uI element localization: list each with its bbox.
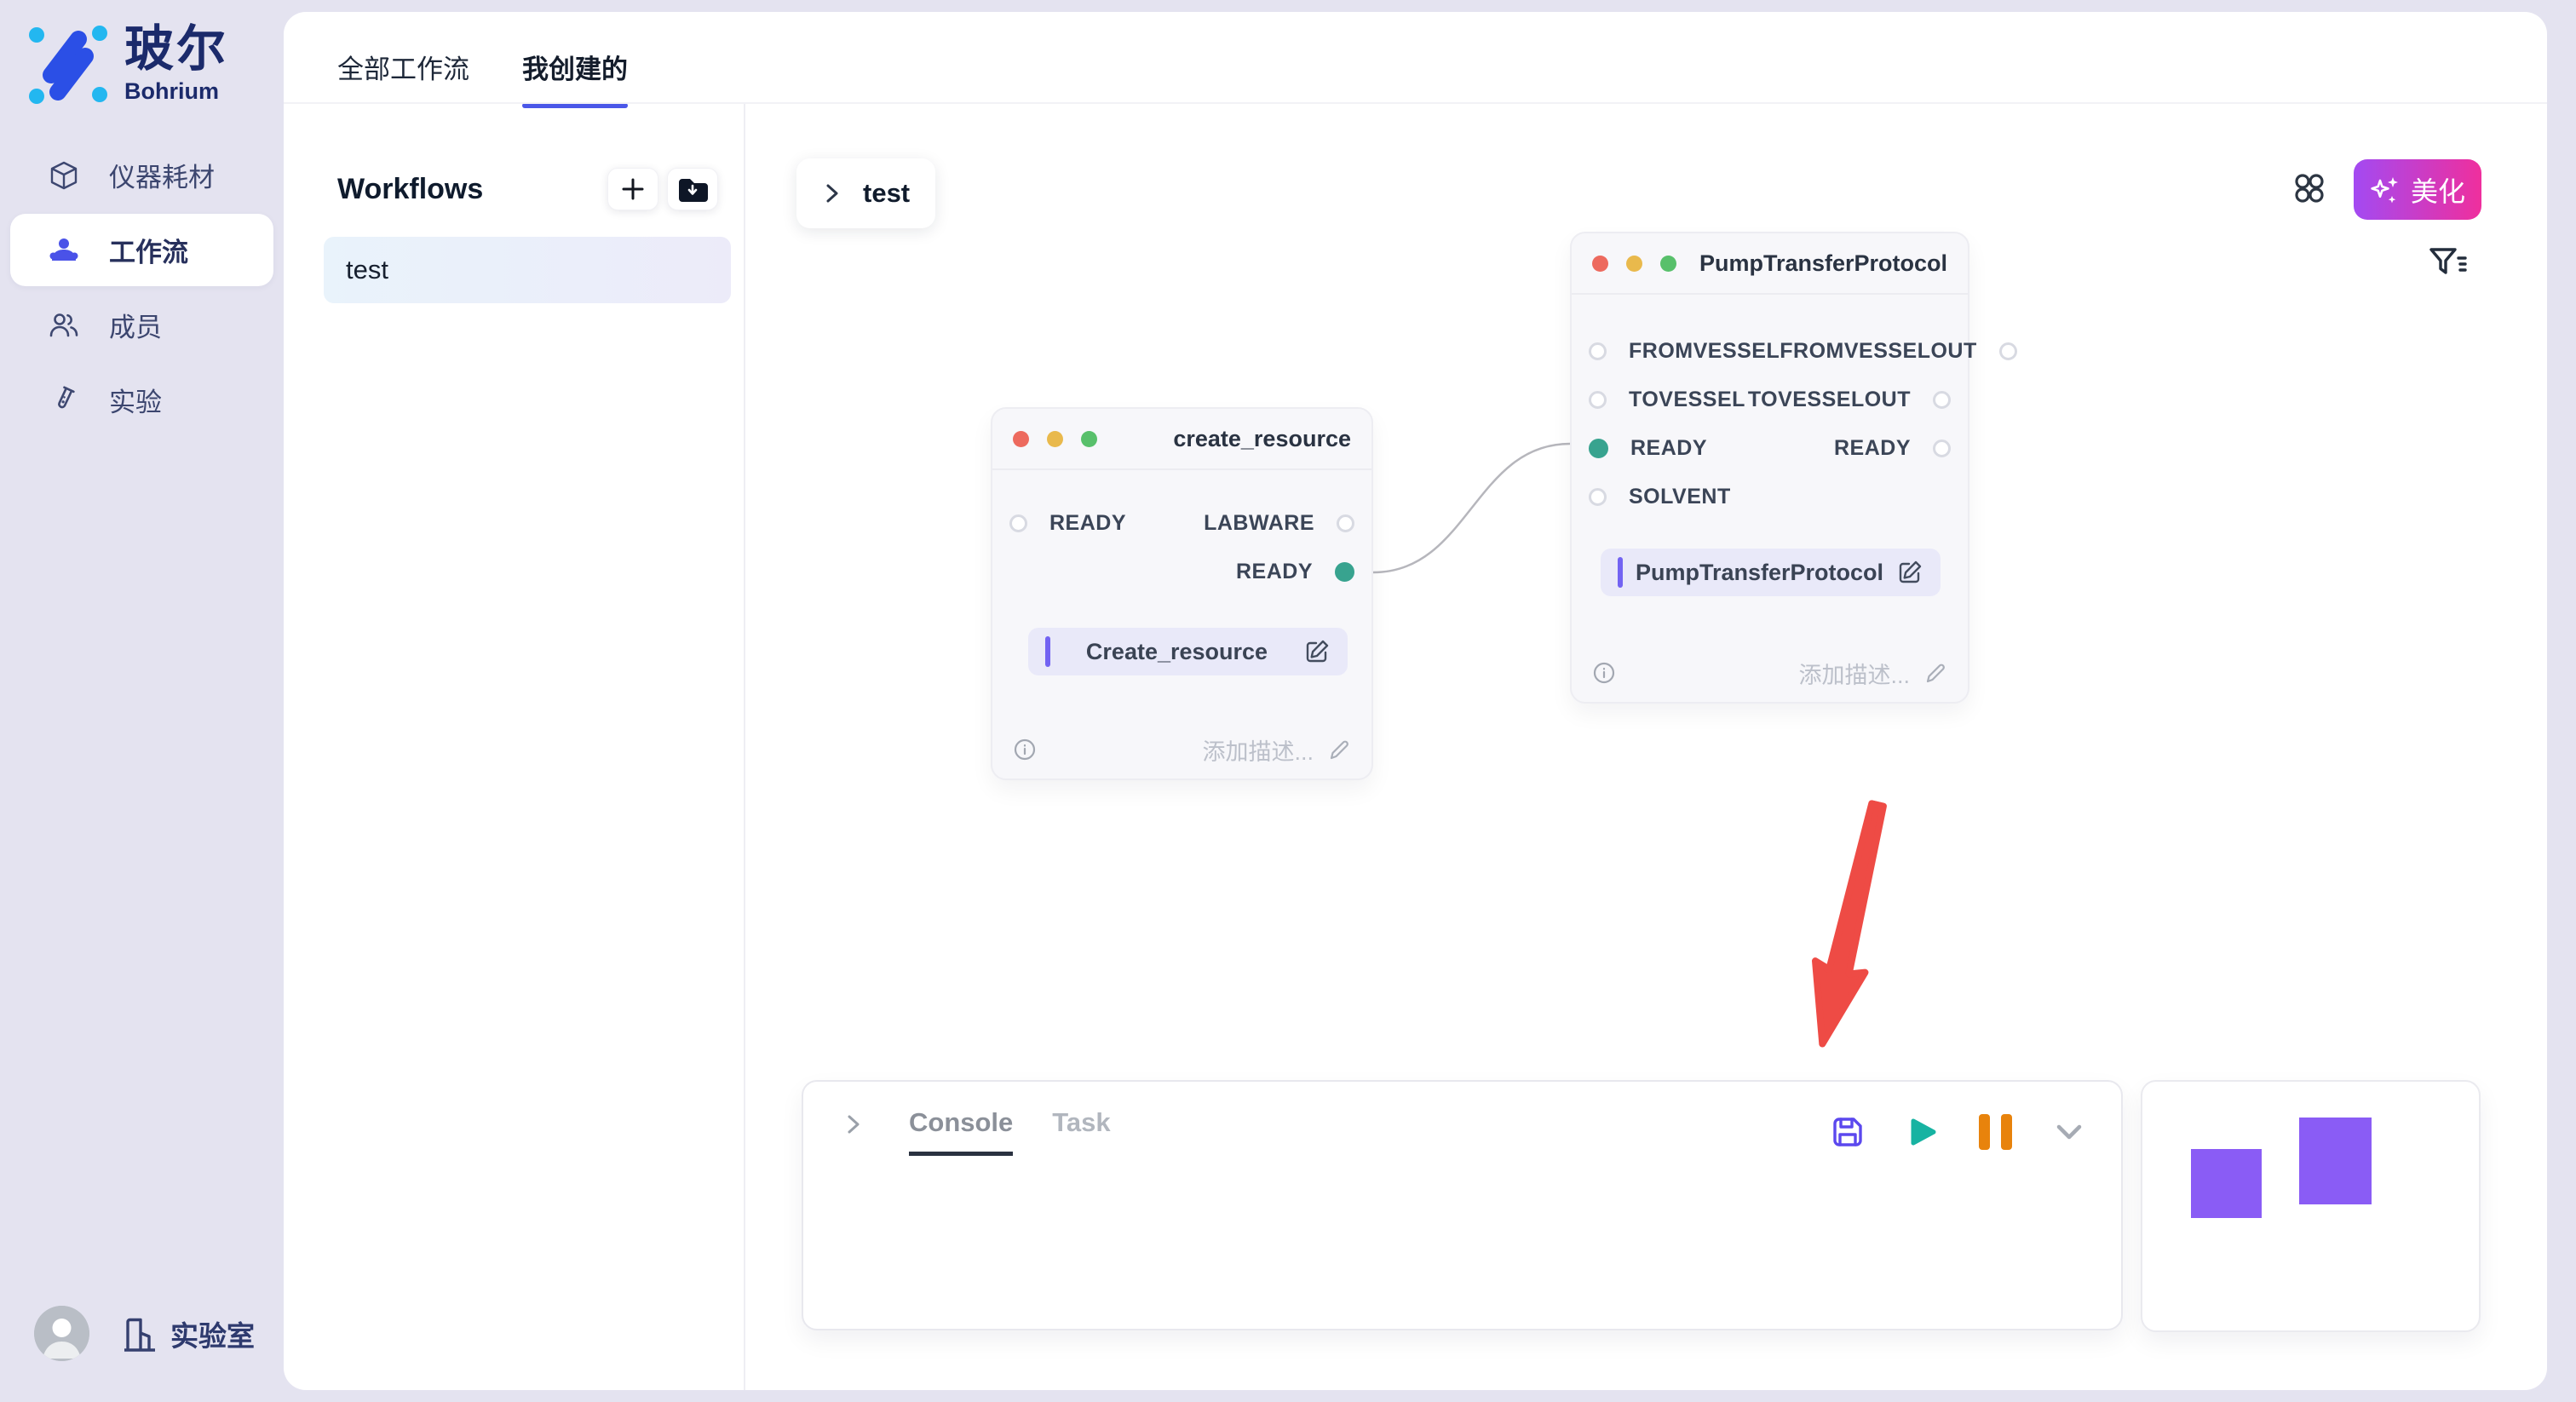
edge-create-resource-to-pump [1373,432,1570,585]
node-action-label: PumpTransferProtocol [1623,560,1896,586]
node-title: create_resource [1173,426,1351,452]
input-port-ready[interactable]: READY [1589,436,1707,461]
output-port-ready[interactable]: READY [1834,436,1951,461]
tab-my-created[interactable]: 我创建的 [522,48,628,108]
minimap-node-create-resource [2191,1149,2262,1218]
collapse-chevron-icon[interactable] [841,1112,866,1152]
output-port-ready[interactable]: READY [1236,560,1354,584]
beautify-button[interactable]: 美化 [2354,159,2481,220]
edit-icon[interactable] [1303,638,1331,665]
output-port-tovesselout[interactable]: TOVESSELOUT [1748,388,1951,412]
brand-name-en: Bohrium [124,78,228,105]
description-placeholder[interactable]: 添加描述... [1202,733,1314,767]
tab-all-workflows[interactable]: 全部工作流 [337,48,469,108]
info-icon[interactable] [1013,738,1037,761]
import-folder-button[interactable] [667,168,718,210]
input-port-fromvessel[interactable]: FROMVESSEL [1589,339,1780,364]
breadcrumb[interactable]: test [796,158,935,228]
sidebar-item-instruments[interactable]: 仪器耗材 [10,139,273,211]
sidebar-item-label: 仪器耗材 [109,156,215,194]
building-icon [121,1314,157,1353]
avatar[interactable] [34,1306,89,1361]
node-create-resource[interactable]: create_resource READY LABWARE READY [991,407,1373,780]
node-footer: 添加描述... [1592,656,1947,690]
chevron-right-icon [822,182,842,204]
command-palette-icon[interactable] [2292,171,2326,205]
pencil-icon[interactable] [1923,661,1947,685]
minimap-node-pump-transfer [2299,1118,2372,1204]
port-circle[interactable] [1933,391,1951,409]
node-action-label: Create_resource [1050,639,1303,665]
breadcrumb-label: test [863,178,910,209]
traffic-dots-icon [1592,256,1676,272]
sparkles-icon [2370,175,2401,204]
workflow-item-name: test [346,255,388,285]
beautify-label: 美化 [2411,170,2465,210]
input-port-tovessel[interactable]: TOVESSEL [1589,388,1745,412]
workflows-title: Workflows [337,173,483,206]
output-port-fromvesselout[interactable]: FROMVESSELOUT [1780,339,2017,364]
box-icon [48,160,80,191]
bohrium-logo-icon [26,22,111,107]
port-circle[interactable] [1589,342,1607,360]
tab-task[interactable]: Task [1052,1107,1110,1156]
info-icon[interactable] [1592,661,1616,685]
port-circle-connected[interactable] [1589,439,1608,458]
port-rows: FROMVESSEL FROMVESSELOUT TOVESSEL TOVESS… [1572,327,1968,521]
sidebar-item-experiments[interactable]: 实验 [10,364,273,436]
sidebar-nav: 仪器耗材 工作流 [10,139,273,439]
edit-icon[interactable] [1896,559,1923,586]
sidebar-item-members[interactable]: 成员 [10,289,273,361]
minimap[interactable] [2141,1080,2481,1332]
chevron-down-icon[interactable] [2051,1115,2087,1149]
sidebar-item-label: 工作流 [109,231,188,269]
tab-console[interactable]: Console [909,1107,1013,1156]
port-circle[interactable] [1589,488,1607,506]
port-circle[interactable] [1589,391,1607,409]
pause-icon[interactable] [1979,1114,2012,1150]
pencil-icon[interactable] [1327,738,1351,761]
workflow-tabs: 全部工作流 我创建的 [337,48,628,108]
workflows-panel: Workflows [284,104,745,1390]
port-circle-connected[interactable] [1335,562,1354,582]
main-panel: 全部工作流 我创建的 Workflows [284,12,2547,1390]
input-port-ready[interactable]: READY [1009,511,1126,536]
node-header: create_resource [992,409,1371,470]
workspace-label: 实验室 [170,1313,255,1354]
port-circle[interactable] [1009,514,1027,532]
node-title: PumpTransferProtocol [1699,250,1947,277]
console-panel: Console Task [802,1080,2123,1330]
brand-logo: 玻尔 Bohrium [26,22,228,107]
port-circle[interactable] [1933,440,1951,457]
filter-icon[interactable] [2427,245,2470,281]
sidebar: 玻尔 Bohrium 仪器耗材 [0,0,284,1402]
sidebar-item-label: 成员 [109,306,162,344]
team-icon [48,235,80,266]
port-circle[interactable] [1999,342,2017,360]
users-icon [48,310,80,341]
sidebar-item-workflows[interactable]: 工作流 [10,214,273,286]
node-footer: 添加描述... [1013,733,1351,767]
save-icon[interactable] [1829,1113,1866,1151]
workflow-list-item-test[interactable]: test [324,237,731,303]
workflow-app: 玻尔 Bohrium 仪器耗材 [0,0,2576,1402]
test-tube-icon [48,385,80,416]
node-action-pill[interactable]: PumpTransferProtocol [1601,549,1941,596]
node-pump-transfer-protocol[interactable]: PumpTransferProtocol FROMVESSEL FROMVESS… [1570,232,1969,704]
input-port-solvent[interactable]: SOLVENT [1589,485,1731,509]
node-header: PumpTransferProtocol [1572,233,1968,295]
port-circle[interactable] [1337,514,1354,532]
play-icon[interactable] [1906,1115,1940,1149]
traffic-dots-icon [1013,431,1097,447]
output-port-labware[interactable]: LABWARE [1204,511,1354,536]
description-placeholder[interactable]: 添加描述... [1798,657,1910,690]
node-action-pill[interactable]: Create_resource [1028,628,1348,675]
red-annotation-arrow [1785,794,1936,1072]
brand-name-cn: 玻尔 [124,22,228,77]
sidebar-item-label: 实验 [109,381,162,419]
add-workflow-button[interactable] [607,168,658,210]
port-rows: READY LABWARE READY [992,499,1371,596]
workspace-switcher[interactable]: 实验室 [121,1312,255,1356]
